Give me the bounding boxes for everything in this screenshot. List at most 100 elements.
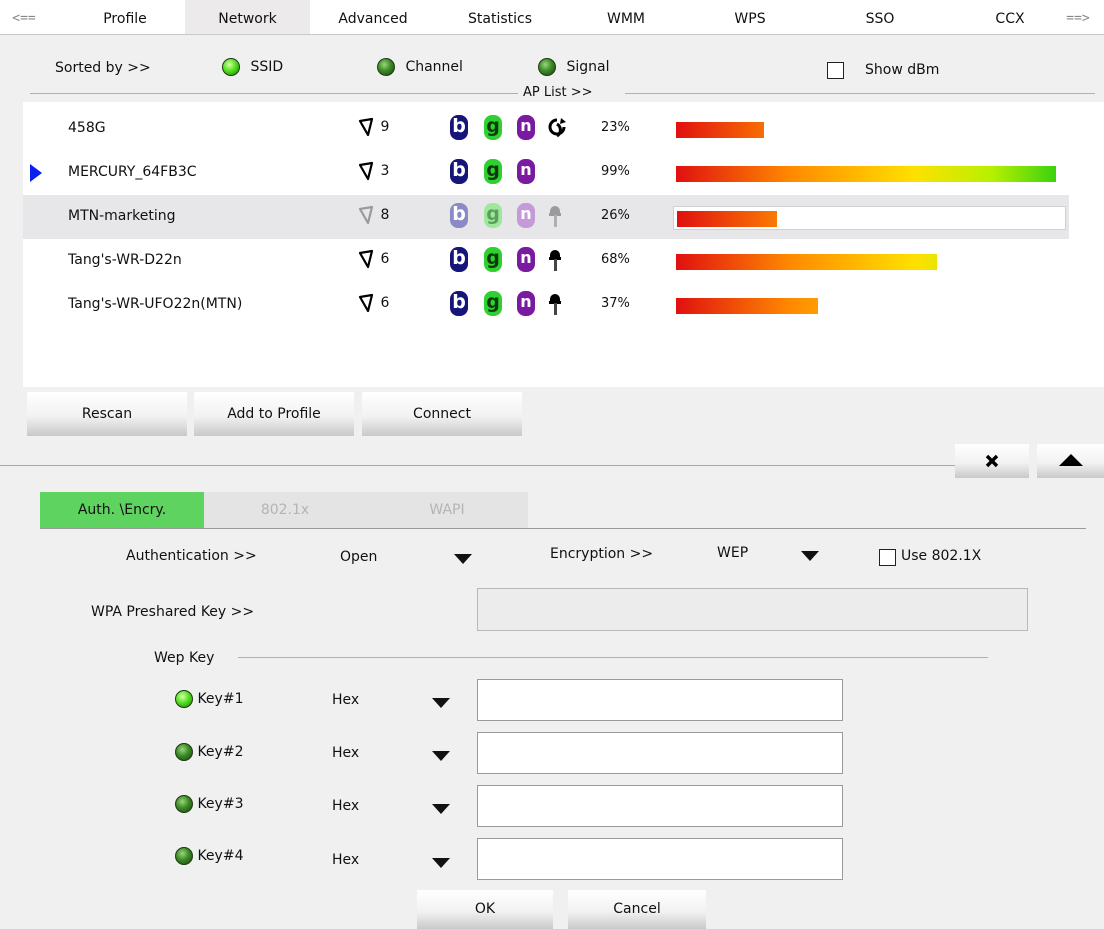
tab-scroll-left[interactable]: <== [4, 0, 44, 34]
connect-button[interactable]: Connect [362, 392, 522, 436]
mode-g-icon: g [484, 115, 502, 140]
key2-radio[interactable]: Key#2 [175, 743, 243, 761]
antenna-icon [358, 161, 374, 181]
wpa-psk-input[interactable] [477, 588, 1028, 631]
ap-row[interactable]: MTN-marketing 8 b g n 26% [23, 195, 1069, 239]
ap-ssid: 458G [68, 120, 106, 136]
antenna-icon [358, 205, 374, 225]
mode-n-icon: n [517, 247, 535, 272]
lock-icon [549, 250, 561, 271]
key3-label: Key#3 [197, 796, 244, 812]
tab-profile[interactable]: Profile [90, 0, 160, 34]
tab-8021x[interactable]: 802.1x [204, 492, 366, 528]
mode-g-icon: g [484, 247, 502, 272]
antenna-icon [358, 117, 374, 137]
ap-ssid: MERCURY_64FB3C [68, 164, 197, 180]
key3-radio[interactable]: Key#3 [175, 795, 243, 813]
collapse-panel-button[interactable] [1037, 444, 1104, 478]
chevron-down-icon [432, 804, 450, 814]
ap-channel: 6 [356, 293, 389, 313]
key4-format-select[interactable]: Hex [332, 850, 467, 874]
divider [625, 93, 1095, 94]
signal-bar-fill [676, 166, 1056, 182]
show-dbm-checkbox[interactable] [827, 62, 844, 79]
authentication-label: Authentication >> [126, 548, 257, 564]
sort-signal-radio[interactable]: Signal [538, 58, 609, 76]
key1-input[interactable] [477, 679, 843, 721]
key3-input[interactable] [477, 785, 843, 827]
ap-signal-percent: 99% [601, 164, 630, 179]
tab-advanced[interactable]: Advanced [323, 0, 423, 34]
ap-ssid: Tang's-WR-UFO22n(MTN) [68, 296, 243, 312]
chevron-down-icon [801, 551, 819, 561]
cancel-button[interactable]: Cancel [568, 890, 706, 929]
key2-format-select[interactable]: Hex [332, 743, 467, 767]
use-8021x-checkbox[interactable] [879, 549, 896, 566]
key1-label: Key#1 [197, 691, 244, 707]
key4-input[interactable] [477, 838, 843, 880]
use-8021x-label: Use 802.1X [901, 548, 982, 564]
ap-signal-percent: 26% [601, 208, 630, 223]
sort-signal-label: Signal [566, 59, 610, 75]
divider [238, 657, 988, 658]
tab-sso[interactable]: SSO [850, 0, 910, 34]
tab-wps[interactable]: WPS [720, 0, 780, 34]
ap-row[interactable]: 458G 9 b g n 23% [23, 107, 1069, 151]
mode-n-icon: n [517, 203, 535, 228]
tab-network[interactable]: Network [185, 0, 310, 34]
authentication-select[interactable]: Open [340, 546, 485, 570]
ok-button[interactable]: OK [417, 890, 553, 929]
tab-wapi[interactable]: WAPI [366, 492, 528, 528]
key4-label: Key#4 [197, 848, 244, 864]
radio-led-icon [175, 847, 193, 865]
signal-bar [673, 250, 1066, 274]
ap-signal-percent: 37% [601, 296, 630, 311]
mode-g-icon: g [484, 291, 502, 316]
close-icon [985, 454, 999, 468]
lock-icon [549, 206, 561, 227]
ap-channel: 6 [356, 249, 389, 269]
radio-led-icon [175, 743, 193, 761]
mode-g-icon: g [484, 159, 502, 184]
key1-radio[interactable]: Key#1 [175, 690, 243, 708]
ap-channel: 8 [356, 205, 389, 225]
sort-ssid-label: SSID [250, 59, 284, 75]
ap-channel: 3 [356, 161, 389, 181]
ap-row[interactable]: MERCURY_64FB3C 3 b g n 99% [23, 151, 1069, 195]
tab-auth-encry[interactable]: Auth. \Encry. [40, 492, 204, 528]
key2-input[interactable] [477, 732, 843, 774]
mode-b-icon: b [450, 247, 468, 272]
close-panel-button[interactable] [955, 444, 1029, 478]
top-tab-bar: <== Profile Network Advanced Statistics … [0, 0, 1104, 35]
sorted-by-label: Sorted by >> [55, 60, 151, 76]
ap-signal-percent: 68% [601, 252, 630, 267]
ap-row[interactable]: Tang's-WR-D22n 6 b g n 68% [23, 239, 1069, 283]
antenna-icon [358, 293, 374, 313]
radio-led-icon [175, 795, 193, 813]
signal-bar [673, 294, 1066, 318]
connected-marker-icon [30, 164, 42, 182]
mode-n-icon: n [517, 159, 535, 184]
signal-bar [673, 206, 1066, 230]
mode-b-icon: b [450, 203, 468, 228]
key4-radio[interactable]: Key#4 [175, 847, 243, 865]
rescan-button[interactable]: Rescan [27, 392, 187, 436]
signal-bar-fill [676, 254, 937, 270]
ap-channel: 9 [356, 117, 389, 137]
key1-format-select[interactable]: Hex [332, 690, 467, 714]
tab-scroll-right[interactable]: ==> [1058, 0, 1098, 34]
tab-wmm[interactable]: WMM [596, 0, 656, 34]
key3-format-select[interactable]: Hex [332, 796, 467, 820]
radio-led-icon [538, 58, 556, 76]
chevron-down-icon [454, 554, 472, 564]
encryption-select[interactable]: WEP [717, 543, 827, 567]
add-to-profile-button[interactable]: Add to Profile [194, 392, 354, 436]
subtab-divider [40, 528, 1086, 529]
tab-ccx[interactable]: CCX [980, 0, 1040, 34]
authentication-value: Open [340, 549, 378, 565]
tab-statistics[interactable]: Statistics [450, 0, 550, 34]
sort-ssid-radio[interactable]: SSID [222, 58, 283, 76]
ap-row[interactable]: Tang's-WR-UFO22n(MTN) 6 b g n 37% [23, 283, 1069, 327]
mode-n-icon: n [517, 115, 535, 140]
sort-channel-radio[interactable]: Channel [377, 58, 463, 76]
